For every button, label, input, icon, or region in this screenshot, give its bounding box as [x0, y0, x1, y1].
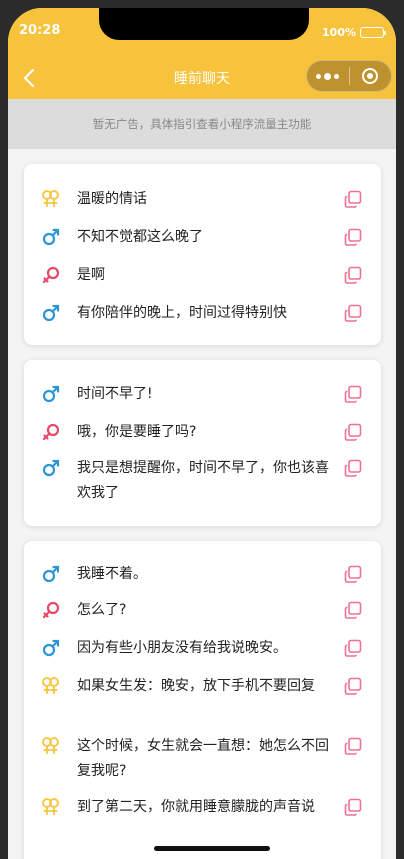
- male-icon: [42, 385, 60, 403]
- dialogue-text: 到了第二天，你就用睡意朦胧的声音说: [77, 799, 315, 815]
- ad-banner: 暂无广告，具体指引查看小程序流量主功能: [8, 99, 396, 149]
- male-icon: [42, 304, 60, 322]
- dialogue-text: 温暖的情话: [77, 191, 147, 207]
- battery-icon: [360, 27, 386, 38]
- dialogue-text: 如果女生发：晚安，放下手机不要回复: [77, 678, 315, 694]
- copy-icon[interactable]: [344, 266, 362, 284]
- status-time: 20:28: [19, 23, 61, 38]
- dialogue-text: 我睡不着。: [77, 566, 147, 582]
- copy-icon[interactable]: [344, 423, 362, 441]
- couple-gender-icon: [42, 677, 59, 694]
- chat-list: 温暖的情话 不知不觉都这么晚了 是啊 有你陪伴的晚上，时间过得特别快 时间不早了…: [8, 149, 396, 859]
- male-icon: [42, 228, 60, 246]
- phone-screen: 20:28 100% 睡前聊天 暂无广告，具体指引查看小程序流量主功能 温暖的情…: [8, 8, 396, 859]
- couple-gender-icon: [42, 190, 59, 207]
- camera-notch: [99, 8, 309, 40]
- battery-percent: 100%: [322, 26, 356, 39]
- close-miniprogram-icon[interactable]: [349, 61, 391, 91]
- copy-icon[interactable]: [344, 677, 362, 695]
- copy-icon[interactable]: [344, 228, 362, 246]
- copy-icon[interactable]: [344, 639, 362, 657]
- battery-status: 100%: [322, 26, 386, 39]
- copy-icon[interactable]: [344, 565, 362, 583]
- male-icon: [42, 459, 60, 477]
- dialogue-card: 温暖的情话 不知不觉都这么晚了 是啊 有你陪伴的晚上，时间过得特别快: [24, 164, 381, 345]
- dialogue-text: 哦，你是要睡了吗?: [77, 424, 197, 440]
- ad-text: 暂无广告，具体指引查看小程序流量主功能: [92, 117, 312, 131]
- dialogue-text: 因为有些小朋友没有给我说晚安。: [77, 640, 287, 656]
- couple-gender-icon: [42, 737, 59, 754]
- mini-program-capsule: [306, 60, 392, 92]
- dialogue-text: 我只是想提醒你，时间不早了，你也该喜欢我了: [77, 460, 329, 501]
- more-options-icon[interactable]: [307, 61, 349, 91]
- male-icon: [42, 639, 60, 657]
- home-indicator: [154, 846, 270, 851]
- female-icon: [42, 423, 60, 441]
- copy-icon[interactable]: [344, 737, 362, 755]
- couple-gender-icon: [42, 798, 59, 815]
- dialogue-text: 不知不觉都这么晚了: [77, 229, 203, 245]
- copy-icon[interactable]: [344, 601, 362, 619]
- dialogue-card: 时间不早了! 哦，你是要睡了吗? 我只是想提醒你，时间不早了，你也该喜欢我了: [24, 360, 381, 526]
- dialogue-text: 时间不早了!: [77, 386, 153, 402]
- app-header: 20:28 100% 睡前聊天: [8, 8, 396, 99]
- female-icon: [42, 601, 60, 619]
- dialogue-card: 我睡不着。 怎么了? 因为有些小朋友没有给我说晚安。 如果女生发：晚安，放下手机…: [24, 541, 381, 859]
- male-icon: [42, 565, 60, 583]
- dialogue-text: 怎么了?: [77, 602, 127, 618]
- copy-icon[interactable]: [344, 304, 362, 322]
- copy-icon[interactable]: [344, 459, 362, 477]
- copy-icon[interactable]: [344, 385, 362, 403]
- dialogue-text: 这个时候，女生就会一直想：她怎么不回复我呢?: [77, 738, 329, 779]
- copy-icon[interactable]: [344, 798, 362, 816]
- female-icon: [42, 266, 60, 284]
- dialogue-text: 有你陪伴的晚上，时间过得特别快: [77, 305, 287, 321]
- copy-icon[interactable]: [344, 190, 362, 208]
- dialogue-text: 是啊: [77, 267, 105, 283]
